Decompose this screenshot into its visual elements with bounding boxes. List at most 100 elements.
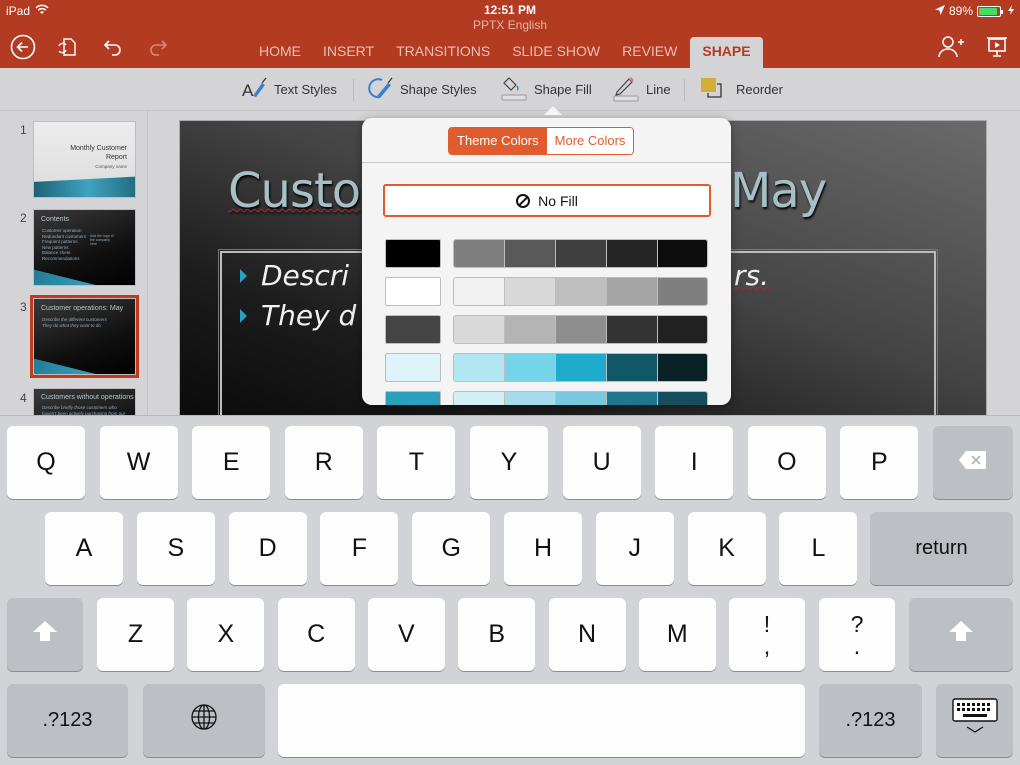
color-swatch[interactable] bbox=[505, 316, 556, 343]
theme-colors-tab[interactable]: Theme Colors bbox=[449, 128, 547, 154]
color-swatch[interactable] bbox=[505, 278, 556, 305]
back-icon[interactable] bbox=[10, 34, 36, 60]
space-bar[interactable] bbox=[278, 684, 805, 757]
thumb-title: Customer operations: May bbox=[41, 305, 124, 312]
text-styles-button[interactable]: A Text Styles bbox=[242, 68, 337, 111]
line-button[interactable]: Line bbox=[612, 68, 671, 111]
sync-file-icon[interactable] bbox=[54, 34, 80, 60]
color-swatch[interactable] bbox=[385, 353, 441, 382]
dismiss-keyboard-key[interactable] bbox=[936, 684, 1013, 757]
color-swatch[interactable] bbox=[556, 354, 607, 381]
shift-key-right[interactable] bbox=[909, 598, 1013, 671]
key-t[interactable]: T bbox=[377, 426, 456, 499]
key-exclamation-comma[interactable]: !, bbox=[729, 598, 805, 671]
slide-thumbnail-2[interactable]: Contents Customer operation Redundant cu… bbox=[33, 209, 136, 286]
key-w[interactable]: W bbox=[99, 426, 178, 499]
slide-number: 4 bbox=[20, 391, 27, 405]
numbers-key-left[interactable]: .?123 bbox=[7, 684, 128, 757]
color-swatch[interactable] bbox=[607, 392, 658, 405]
key-u[interactable]: U bbox=[562, 426, 641, 499]
color-swatch[interactable] bbox=[607, 240, 658, 267]
redo-icon[interactable] bbox=[145, 34, 171, 60]
key-s[interactable]: S bbox=[136, 512, 215, 585]
key-z[interactable]: Z bbox=[97, 598, 174, 671]
color-swatch[interactable] bbox=[658, 354, 707, 381]
color-swatch[interactable] bbox=[454, 392, 505, 405]
tab-home[interactable]: HOME bbox=[248, 37, 312, 68]
color-swatch[interactable] bbox=[454, 354, 505, 381]
tab-slide-show[interactable]: SLIDE SHOW bbox=[501, 37, 611, 68]
no-fill-button[interactable]: No Fill bbox=[383, 184, 711, 217]
color-swatch[interactable] bbox=[607, 278, 658, 305]
numbers-key-right[interactable]: .?123 bbox=[819, 684, 922, 757]
color-swatch[interactable] bbox=[454, 278, 505, 305]
key-v[interactable]: V bbox=[367, 598, 445, 671]
key-q[interactable]: Q bbox=[7, 426, 85, 499]
key-e[interactable]: E bbox=[192, 426, 271, 499]
backspace-key[interactable] bbox=[933, 426, 1013, 499]
key-y[interactable]: Y bbox=[470, 426, 548, 499]
shape-fill-button[interactable]: Shape Fill bbox=[500, 68, 592, 111]
key-d[interactable]: D bbox=[228, 512, 307, 585]
color-swatch[interactable] bbox=[505, 354, 556, 381]
slide-thumbnail-4[interactable]: Customers without operations Describe br… bbox=[33, 388, 136, 415]
key-a[interactable]: A bbox=[45, 512, 123, 585]
color-swatch[interactable] bbox=[385, 277, 441, 306]
divider bbox=[362, 162, 731, 163]
key-b[interactable]: B bbox=[458, 598, 536, 671]
shade-group bbox=[453, 315, 708, 344]
key-g[interactable]: G bbox=[412, 512, 491, 585]
shape-styles-button[interactable]: Shape Styles bbox=[368, 68, 477, 111]
color-swatch[interactable] bbox=[556, 392, 607, 405]
color-swatch[interactable] bbox=[556, 240, 607, 267]
tab-transitions[interactable]: TRANSITIONS bbox=[385, 37, 501, 68]
color-swatch[interactable] bbox=[556, 278, 607, 305]
globe-key[interactable] bbox=[143, 684, 265, 757]
present-slideshow-icon[interactable] bbox=[984, 34, 1010, 60]
key-k[interactable]: K bbox=[687, 512, 766, 585]
color-swatch[interactable] bbox=[658, 278, 707, 305]
tab-review[interactable]: REVIEW bbox=[611, 37, 688, 68]
color-swatch[interactable] bbox=[658, 392, 707, 405]
key-f[interactable]: F bbox=[320, 512, 399, 585]
battery-level bbox=[979, 7, 997, 15]
tab-insert[interactable]: INSERT bbox=[312, 37, 385, 68]
slide-title[interactable]: Custo bbox=[228, 163, 361, 219]
key-c[interactable]: C bbox=[277, 598, 355, 671]
key-l[interactable]: L bbox=[779, 512, 858, 585]
swatch-row bbox=[385, 277, 708, 306]
key-m[interactable]: M bbox=[638, 598, 716, 671]
color-swatch[interactable] bbox=[505, 392, 556, 405]
color-swatch[interactable] bbox=[385, 391, 441, 405]
color-swatch[interactable] bbox=[556, 316, 607, 343]
color-swatch[interactable] bbox=[454, 316, 505, 343]
share-add-person-icon[interactable] bbox=[938, 34, 964, 60]
color-swatch[interactable] bbox=[658, 316, 707, 343]
color-swatch[interactable] bbox=[658, 240, 707, 267]
key-o[interactable]: O bbox=[747, 426, 826, 499]
tab-shape[interactable]: SHAPE bbox=[690, 37, 763, 68]
reorder-button[interactable]: Reorder bbox=[700, 68, 783, 111]
key-r[interactable]: R bbox=[284, 426, 363, 499]
key-i[interactable]: I bbox=[655, 426, 734, 499]
key-n[interactable]: N bbox=[548, 598, 626, 671]
color-mode-segmented-control: Theme Colors More Colors bbox=[448, 127, 635, 155]
key-j[interactable]: J bbox=[595, 512, 674, 585]
color-swatch[interactable] bbox=[505, 240, 556, 267]
color-swatch[interactable] bbox=[607, 354, 658, 381]
color-swatch[interactable] bbox=[385, 315, 441, 344]
key-p[interactable]: P bbox=[840, 426, 919, 499]
shift-key-left[interactable] bbox=[7, 598, 83, 671]
more-colors-tab[interactable]: More Colors bbox=[546, 128, 634, 154]
slide-thumbnail-panel[interactable]: 1 Monthly Customer Report Company name 2… bbox=[0, 111, 148, 415]
slide-thumbnail-1[interactable]: Monthly Customer Report Company name bbox=[33, 121, 136, 198]
color-swatch[interactable] bbox=[385, 239, 441, 268]
key-h[interactable]: H bbox=[504, 512, 582, 585]
key-question-period[interactable]: ?. bbox=[819, 598, 895, 671]
key-x[interactable]: X bbox=[187, 598, 265, 671]
color-swatch[interactable] bbox=[454, 240, 505, 267]
return-key[interactable]: return bbox=[870, 512, 1013, 585]
undo-icon[interactable] bbox=[100, 34, 126, 60]
slide-thumbnail-3[interactable]: Customer operations: May Describe the di… bbox=[30, 295, 139, 378]
color-swatch[interactable] bbox=[607, 316, 658, 343]
